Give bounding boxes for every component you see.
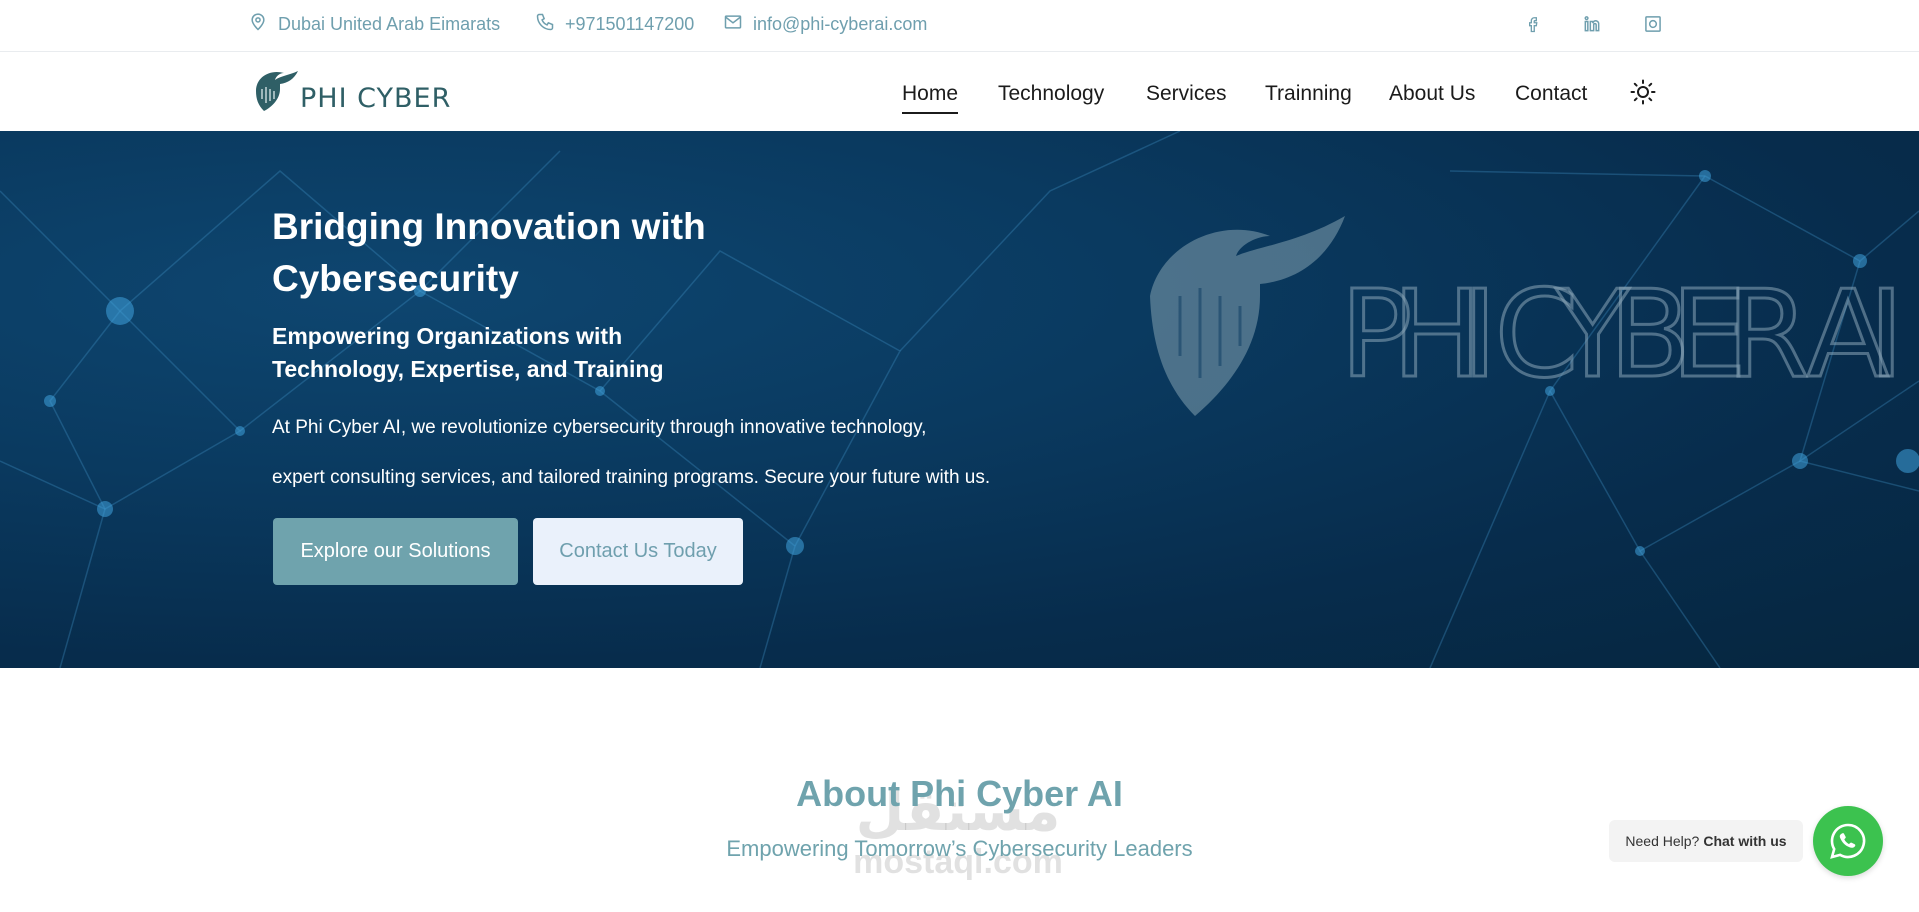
email-text[interactable]: info@phi-cyberai.com: [753, 14, 927, 35]
hero-title: Bridging Innovation with Cybersecurity: [272, 206, 706, 299]
instagram-icon[interactable]: [1641, 12, 1665, 36]
mail-icon: [723, 12, 743, 37]
hero-description: At Phi Cyber AI, we revolutionize cybers…: [272, 403, 1092, 503]
whatsapp-icon: [1830, 823, 1866, 859]
hero-logo-text: PHI CYBER AI: [1340, 266, 1910, 405]
nav-home[interactable]: Home: [902, 82, 959, 114]
hero-subtitle: Empowering Organizations with Technology…: [272, 323, 664, 382]
main-navbar: PHI CYBER AI Home Technology Services Tr…: [0, 52, 1919, 131]
phone-text[interactable]: +971501147200: [565, 14, 694, 35]
email-info[interactable]: info@phi-cyberai.com: [723, 12, 927, 37]
location-text: Dubai United Arab Eimarats: [278, 14, 501, 34]
top-contact-bar: Dubai United Arab Eimarats +971501147200…: [0, 0, 1919, 52]
location-info: Dubai United Arab Eimarats: [248, 12, 500, 37]
about-title: About Phi Cyber AI: [796, 773, 1123, 814]
brand-logo[interactable]: PHI CYBER AI: [250, 65, 488, 117]
nav-services[interactable]: Services: [1146, 82, 1227, 106]
location-icon: [248, 12, 268, 37]
chat-help-prefix: Need Help?: [1625, 833, 1700, 849]
phone-icon: [535, 12, 555, 37]
explore-solutions-button[interactable]: Explore our Solutions: [273, 518, 518, 585]
sun-icon: [1630, 79, 1656, 105]
contact-us-today-button[interactable]: Contact Us Today: [533, 518, 743, 585]
hero-description-line-1: At Phi Cyber AI, we revolutionize cybers…: [272, 417, 927, 438]
phone-info[interactable]: +971501147200: [535, 12, 694, 37]
nav-trainning[interactable]: Trainning: [1265, 82, 1352, 106]
chat-help-action: Chat with us: [1703, 833, 1787, 849]
hero-brand-logo: PHI CYBER AI: [1140, 216, 1919, 416]
chat-help-label[interactable]: Need Help? Chat with us: [1609, 820, 1803, 862]
facebook-icon[interactable]: [1521, 12, 1545, 36]
nav-about-us[interactable]: About Us: [1389, 82, 1475, 106]
whatsapp-chat-button[interactable]: [1813, 806, 1883, 876]
nav-contact[interactable]: Contact: [1515, 82, 1587, 106]
theme-toggle-button[interactable]: [1630, 79, 1656, 105]
brand-logo-text: PHI CYBER AI: [300, 83, 450, 114]
linkedin-icon[interactable]: [1580, 12, 1604, 36]
nav-technology[interactable]: Technology: [998, 82, 1104, 106]
hero-description-line-2: expert consulting services, and tailored…: [272, 467, 991, 488]
hero-section: Bridging Innovation with Cybersecurity E…: [0, 131, 1919, 668]
